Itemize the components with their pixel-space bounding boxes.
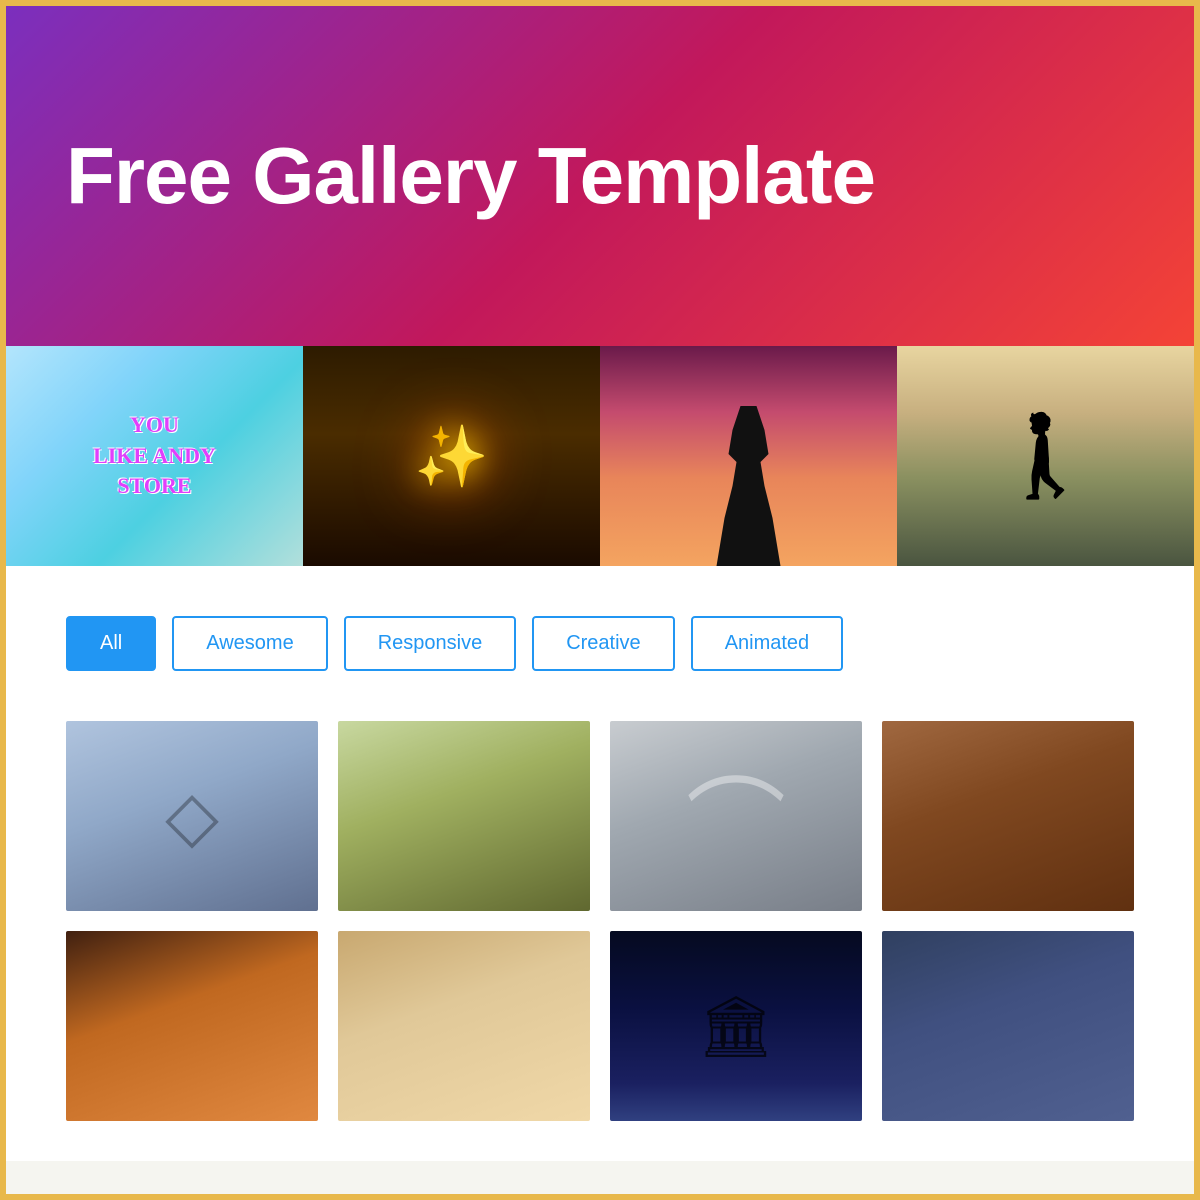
filter-btn-animated[interactable]: Animated — [691, 616, 844, 671]
gallery-item-5[interactable] — [66, 931, 318, 1121]
strip-image-person-back — [897, 346, 1194, 566]
strip-item-4 — [897, 346, 1194, 566]
gallery-section — [6, 711, 1194, 1161]
gallery-item-1[interactable] — [66, 721, 318, 911]
photo-strip — [6, 346, 1194, 566]
hero-title: Free Gallery Template — [66, 132, 875, 220]
silhouette-figure — [709, 406, 789, 566]
filter-btn-responsive[interactable]: Responsive — [344, 616, 517, 671]
gallery-item-6[interactable] — [338, 931, 590, 1121]
hero-section: Free Gallery Template — [6, 6, 1194, 346]
filter-btn-awesome[interactable]: Awesome — [172, 616, 327, 671]
strip-item-3 — [600, 346, 897, 566]
gallery-item-4[interactable] — [882, 721, 1134, 911]
strip-item-1 — [6, 346, 303, 566]
gallery-item-3[interactable] — [610, 721, 862, 911]
filter-btn-creative[interactable]: Creative — [532, 616, 674, 671]
gallery-grid — [66, 721, 1134, 1121]
filter-section: All Awesome Responsive Creative Animated — [6, 566, 1194, 711]
filter-btn-all[interactable]: All — [66, 616, 156, 671]
strip-image-silhouette — [600, 346, 897, 566]
gallery-item-2[interactable] — [338, 721, 590, 911]
gallery-item-8[interactable] — [882, 931, 1134, 1121]
strip-image-candy — [6, 346, 303, 566]
strip-image-sparkler — [303, 346, 600, 566]
gallery-item-7[interactable] — [610, 931, 862, 1121]
strip-item-2 — [303, 346, 600, 566]
